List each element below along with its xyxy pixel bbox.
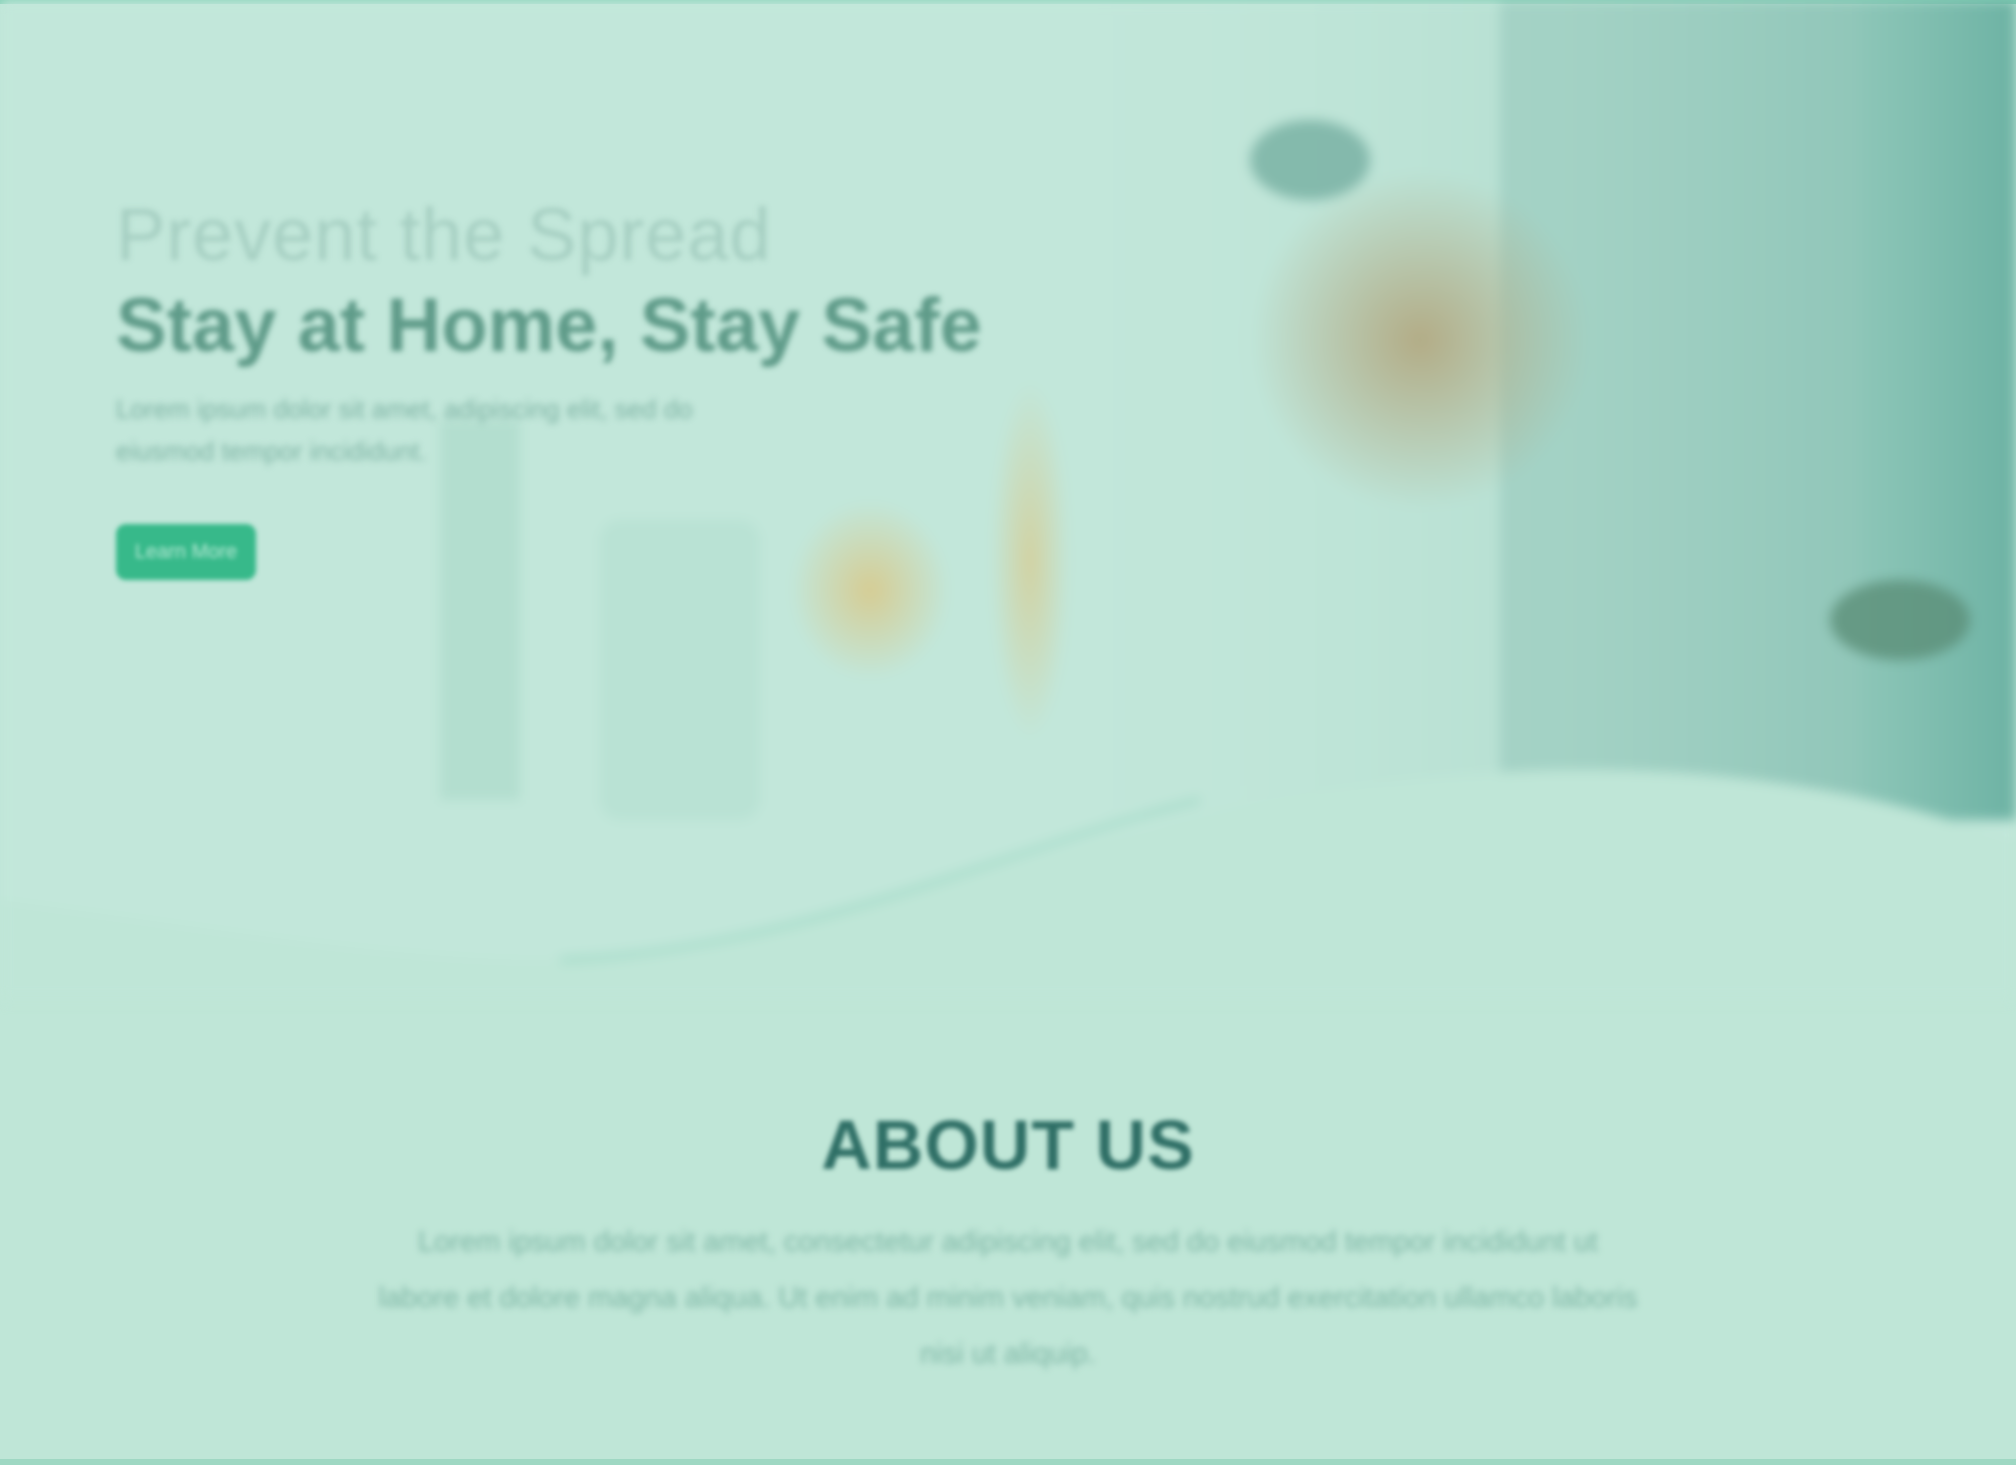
about-title: ABOUT US xyxy=(821,1106,1195,1184)
hero-heading-line-2: Stay at Home, Stay Safe xyxy=(116,283,982,368)
hero-heading-line-1: Prevent the Spread xyxy=(116,193,772,276)
page: Prevent the Spread Stay at Home, Stay Sa… xyxy=(0,0,2016,1465)
about-body-text: Lorem ipsum dolor sit amet, consectetur … xyxy=(378,1226,1638,1370)
about-section: ABOUT US Lorem ipsum dolor sit amet, con… xyxy=(0,1100,2016,1382)
hero-section: Prevent the Spread Stay at Home, Stay Sa… xyxy=(0,0,2016,1000)
hero-text-block: Prevent the Spread Stay at Home, Stay Sa… xyxy=(116,190,982,472)
hero-description: Lorem ipsum dolor sit amet, adipiscing e… xyxy=(116,394,693,466)
hero-cta-button[interactable]: Learn More xyxy=(116,524,256,580)
bottom-divider xyxy=(0,1459,2016,1465)
hero-background-image xyxy=(0,0,2016,1000)
